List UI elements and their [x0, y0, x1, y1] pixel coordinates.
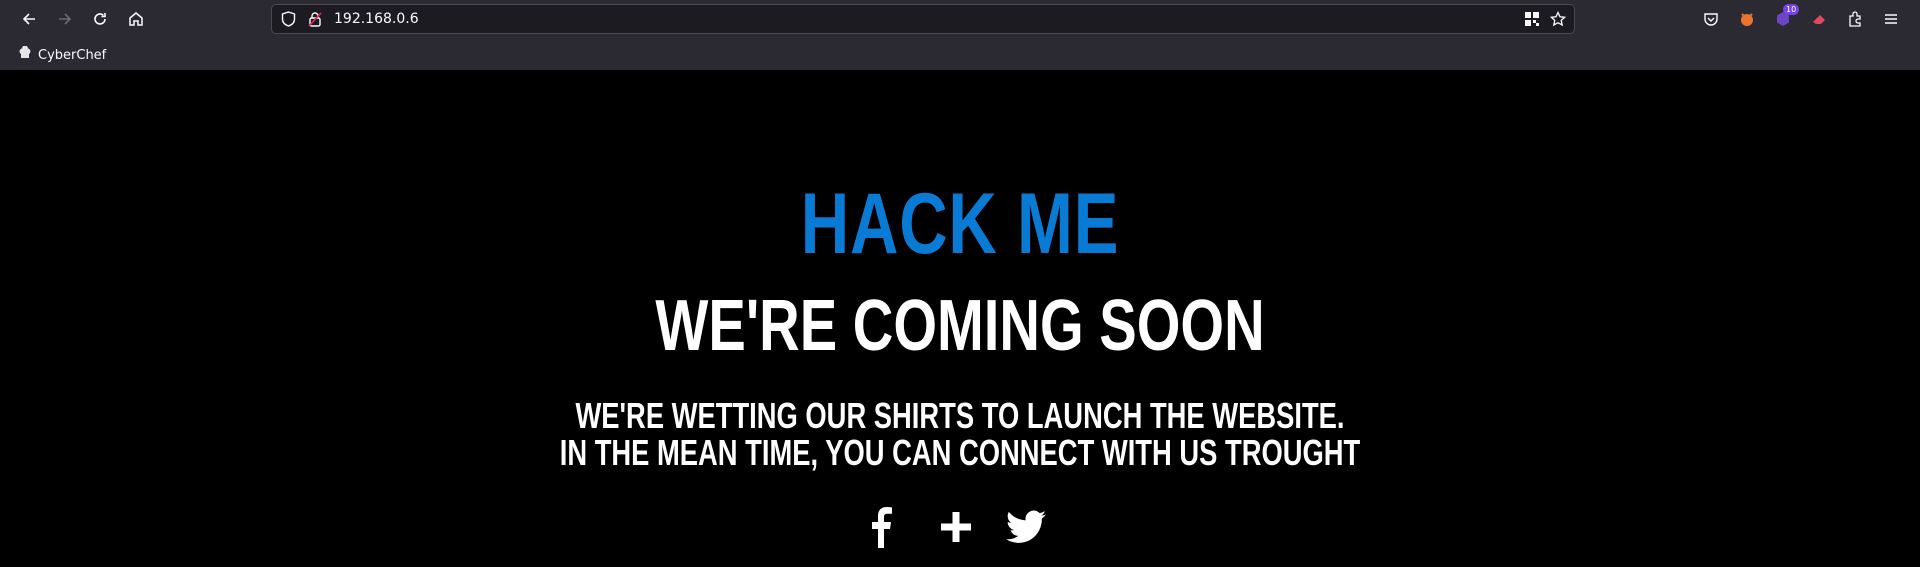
shield-icon[interactable]: [281, 11, 296, 31]
extension-badge-icon[interactable]: 10: [1771, 4, 1800, 31]
extension-badge-count: 10: [1783, 4, 1800, 15]
forward-arrow-icon: [59, 13, 72, 25]
url-text[interactable]: 192.168.0.6: [334, 11, 419, 27]
facebook-link[interactable]: [857, 504, 903, 550]
forward-button[interactable]: [51, 5, 79, 33]
browser-toolbar: 192.168.0.6 10: [0, 0, 1920, 38]
home-icon: [129, 12, 143, 26]
reload-icon: [94, 13, 106, 25]
bookmark-label: CyberChef: [38, 47, 107, 63]
menu-hamburger-icon[interactable]: [1879, 7, 1903, 31]
eraser-extension-icon[interactable]: [1807, 7, 1831, 31]
qr-code-icon[interactable]: [1524, 11, 1540, 31]
pocket-icon[interactable]: [1699, 7, 1723, 31]
plus-link[interactable]: [933, 504, 979, 550]
bookmark-cyberchef[interactable]: CyberChef: [18, 45, 107, 64]
extensions-puzzle-icon[interactable]: [1843, 7, 1867, 31]
plus-icon: [941, 512, 971, 542]
bookmark-star-icon[interactable]: [1549, 10, 1567, 31]
browser-chrome: 192.168.0.6 10 CyberChef: [0, 0, 1920, 70]
message-line-1: WE'RE WETTING OUR SHIRTS TO LAUNCH THE W…: [575, 395, 1345, 436]
twitter-icon: [1006, 510, 1046, 543]
message-line-2: IN THE MEAN TIME, YOU CAN CONNECT WITH U…: [559, 432, 1361, 473]
reload-button[interactable]: [86, 5, 114, 33]
home-button[interactable]: [122, 5, 150, 33]
page-subtitle: WE'RE COMING SOON: [655, 286, 1265, 366]
page-title: HACK ME: [800, 176, 1120, 272]
back-button[interactable]: [15, 5, 43, 33]
bookmarks-toolbar: CyberChef: [0, 38, 1920, 70]
twitter-link[interactable]: [1003, 504, 1049, 550]
insecure-lock-icon[interactable]: [308, 11, 322, 31]
chef-hat-icon: [18, 45, 32, 64]
facebook-icon: [872, 507, 892, 548]
foxyproxy-extension-icon[interactable]: [1735, 7, 1759, 31]
back-arrow-icon: [22, 13, 35, 25]
url-bar[interactable]: 192.168.0.6: [271, 4, 1575, 34]
